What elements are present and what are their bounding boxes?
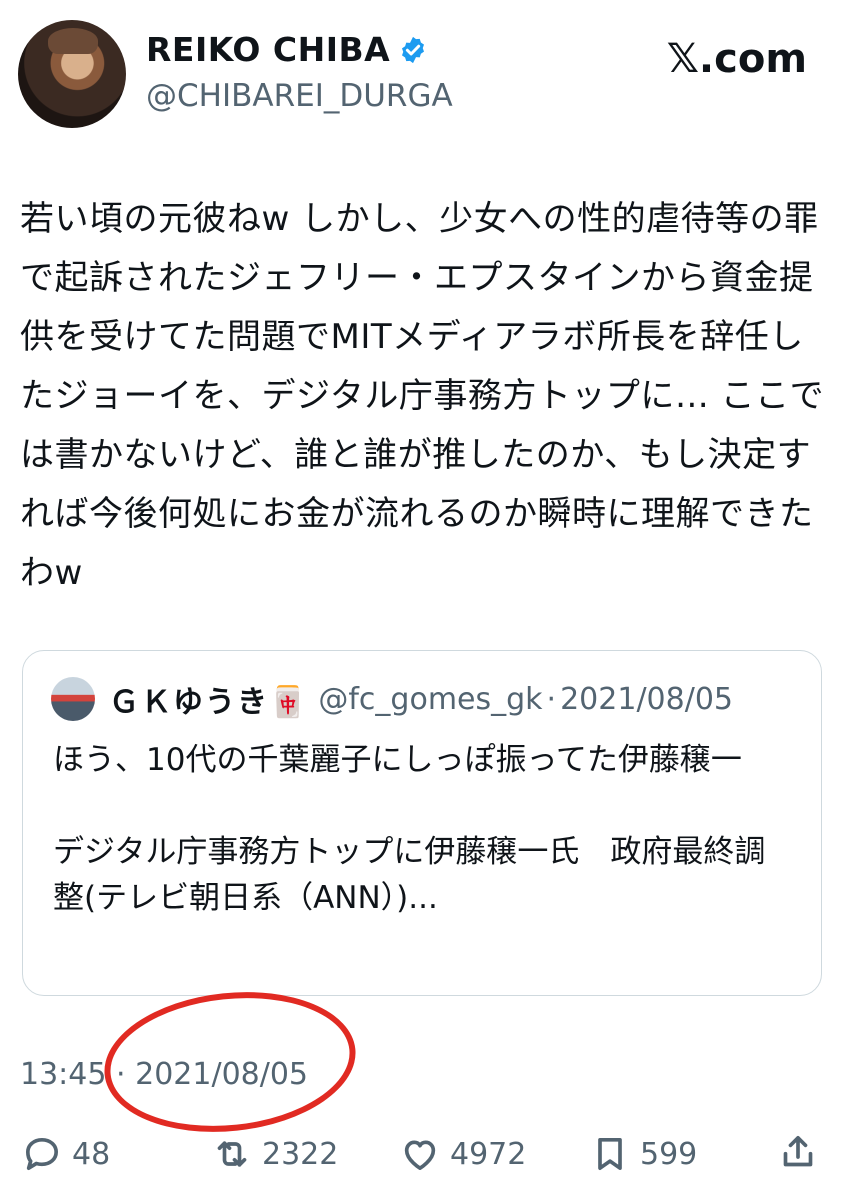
bookmark-icon bbox=[598, 1138, 622, 1170]
separator-dot: · bbox=[116, 1057, 126, 1092]
quoted-tweet[interactable]: ＧＫゆうき🀄 @fc_gomes_gk · 2021/08/05 ほう、10代の… bbox=[22, 650, 822, 996]
share-icon bbox=[783, 1136, 813, 1167]
repost-button[interactable]: 2322 bbox=[212, 1134, 338, 1174]
verified-badge-icon bbox=[402, 36, 425, 63]
bookmark-count: 599 bbox=[640, 1136, 698, 1172]
display-name[interactable]: REIKO CHIBA bbox=[146, 30, 390, 69]
reply-icon bbox=[26, 1138, 59, 1170]
like-button[interactable]: 4972 bbox=[400, 1134, 526, 1174]
avatar[interactable] bbox=[18, 20, 126, 128]
tweet-timestamp[interactable]: 13:45 · 2021/08/05 bbox=[20, 1057, 308, 1092]
like-count: 4972 bbox=[450, 1136, 527, 1172]
reply-count: 48 bbox=[72, 1136, 111, 1172]
heart-icon bbox=[404, 1140, 436, 1170]
timestamp-date: 2021/08/05 bbox=[135, 1057, 309, 1092]
quoted-tweet-header: ＧＫゆうき🀄 @fc_gomes_gk · 2021/08/05 bbox=[51, 677, 733, 721]
quoted-date: 2021/08/05 bbox=[560, 681, 734, 717]
action-bar: 48 2322 4972 599 bbox=[0, 1128, 845, 1184]
timestamp-time: 13:45 bbox=[20, 1057, 107, 1092]
share-button[interactable] bbox=[778, 1132, 818, 1172]
separator-dot: · bbox=[546, 681, 557, 717]
quoted-display-name: ＧＫゆうき🀄 bbox=[109, 685, 309, 720]
tweet-text: 若い頃の元彼ねw しかし、少女への性的虐待等の罪で起訴されたジェフリー・エプスタ… bbox=[20, 199, 825, 593]
repost-count: 2322 bbox=[262, 1136, 339, 1172]
bookmark-button[interactable]: 599 bbox=[590, 1134, 697, 1174]
author-handle[interactable]: @CHIBAREI_DURGA bbox=[146, 78, 453, 114]
author-name-row: REIKO CHIBA bbox=[146, 30, 428, 69]
quoted-text: ほう、10代の千葉麗子にしっぽ振ってた伊藤穣一 デジタル庁事務方トップに伊藤穣一… bbox=[53, 742, 766, 916]
repost-icon bbox=[217, 1141, 247, 1167]
quoted-handle: @fc_gomes_gk bbox=[318, 681, 543, 717]
x-logo: 𝕏.com bbox=[666, 36, 807, 82]
tweet-header: REIKO CHIBA @CHIBAREI_DURGA 𝕏.com bbox=[0, 0, 845, 140]
quoted-avatar bbox=[51, 677, 95, 721]
reply-button[interactable]: 48 bbox=[22, 1134, 110, 1174]
